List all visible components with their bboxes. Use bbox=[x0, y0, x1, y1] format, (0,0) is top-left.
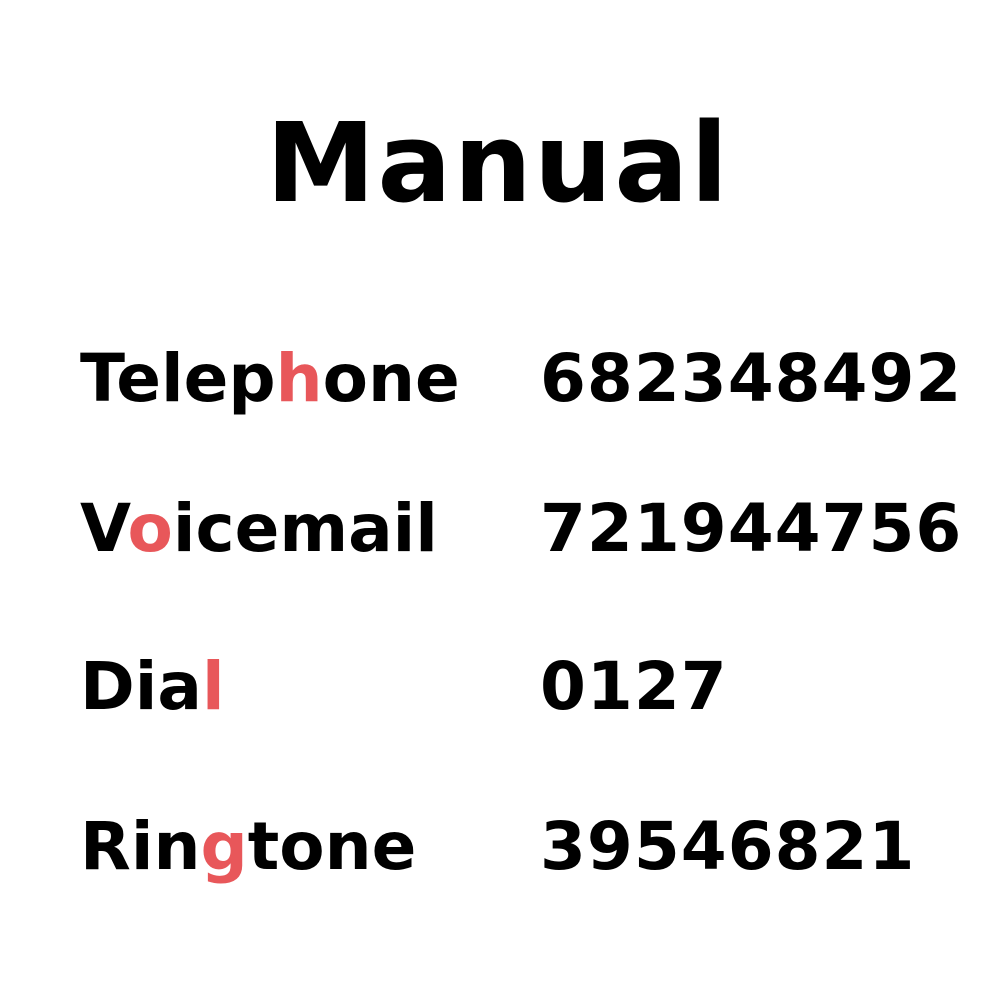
label-text: icemail bbox=[172, 490, 438, 567]
value-voicemail: 721944756 bbox=[540, 490, 963, 567]
highlighted-letter: h bbox=[275, 340, 323, 417]
label-text: V bbox=[80, 490, 128, 567]
label-text: Telep bbox=[80, 340, 276, 417]
highlighted-letter: g bbox=[200, 808, 248, 885]
label-text: one bbox=[322, 340, 460, 417]
label-telephone: Telephone bbox=[80, 346, 460, 412]
label-text: Rin bbox=[80, 808, 201, 885]
highlighted-letter: l bbox=[201, 648, 225, 725]
label-dial: Dial bbox=[80, 654, 225, 720]
value-telephone: 682348492 bbox=[540, 340, 963, 417]
label-text: tone bbox=[247, 808, 417, 885]
label-voicemail: Voicemail bbox=[80, 496, 438, 562]
label-ringtone: Ringtone bbox=[80, 814, 416, 880]
value-dial: 0127 bbox=[540, 648, 728, 725]
page-title: Manual bbox=[265, 99, 731, 227]
value-ringtone: 39546821 bbox=[540, 808, 916, 885]
highlighted-letter: o bbox=[127, 490, 173, 567]
label-text: Dia bbox=[80, 648, 202, 725]
